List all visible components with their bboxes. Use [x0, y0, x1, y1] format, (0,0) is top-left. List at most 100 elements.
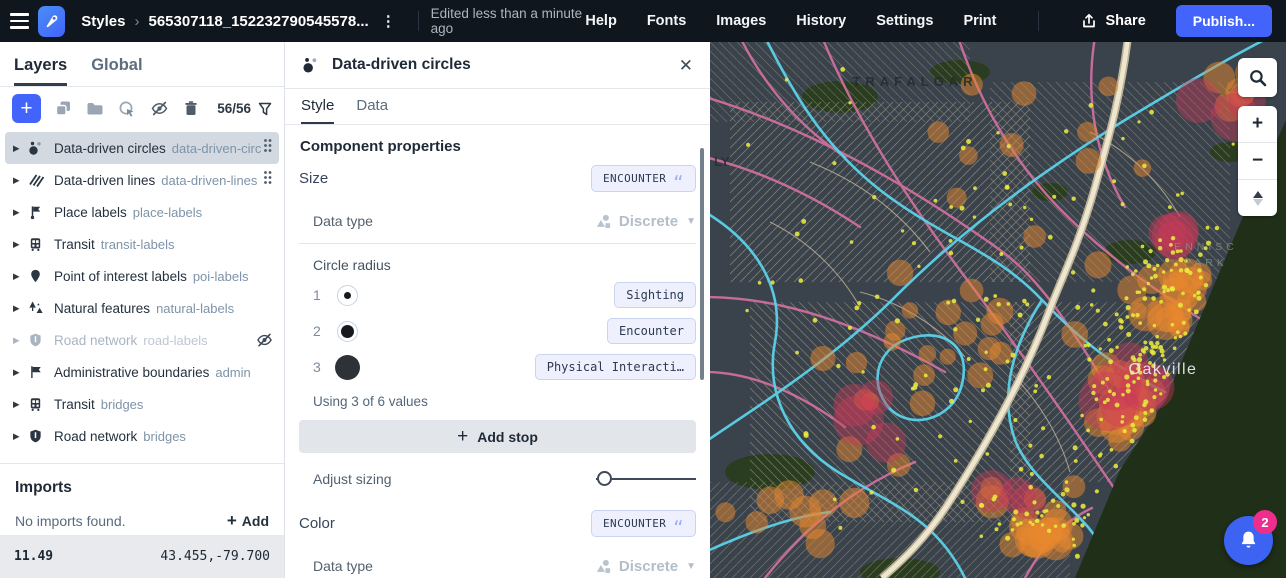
data-type-dropdown[interactable]: Discrete ▼ — [596, 213, 696, 230]
search-icon — [1248, 68, 1268, 88]
add-import-button[interactable]: + Add — [227, 511, 269, 531]
layers-toolbar: + 56/56 — [0, 87, 284, 130]
menu-item-images[interactable]: Images — [716, 13, 766, 29]
expand-caret-icon[interactable]: ▶ — [13, 175, 28, 186]
stop-value-chip[interactable]: Encounter — [607, 318, 696, 344]
menu-item-history[interactable]: History — [796, 13, 846, 29]
menu-item-print[interactable]: Print — [963, 13, 996, 29]
tab-style[interactable]: Style — [301, 97, 334, 124]
close-panel-icon[interactable]: ✕ — [679, 57, 693, 74]
imports-title: Imports — [15, 479, 269, 497]
slider-handle[interactable] — [597, 471, 612, 486]
expand-caret-icon[interactable]: ▶ — [13, 399, 28, 410]
expand-caret-icon[interactable]: ▶ — [13, 271, 28, 282]
map-rendering: TRAFALGAR LY Oakville ENNISC PARK — [710, 42, 1286, 578]
duplicate-layer-icon[interactable] — [55, 100, 72, 117]
drag-handle[interactable] — [261, 136, 274, 160]
breadcrumb-styles[interactable]: Styles — [81, 13, 125, 30]
color-value-chip[interactable]: ENCOUNTER “ — [591, 510, 696, 537]
imports-section: Imports No imports found. + Add — [0, 463, 284, 531]
breadcrumb-chevron-icon: › — [134, 13, 139, 30]
publish-button[interactable]: Publish... — [1176, 5, 1272, 37]
delete-layer-trash-icon[interactable] — [183, 100, 199, 117]
style-options-kebab-icon[interactable]: ⋮ — [381, 14, 396, 29]
expand-caret-icon[interactable]: ▶ — [13, 303, 28, 314]
pitch-bearing-toggle[interactable] — [1238, 179, 1277, 216]
layer-filter-counter[interactable]: 56/56 — [217, 101, 272, 116]
layer-id: place-labels — [133, 205, 202, 220]
layer-row-transit-bridges[interactable]: ▶ Transit bridges — [5, 388, 279, 420]
zoom-out-button[interactable]: − — [1238, 142, 1277, 179]
select-on-map-icon[interactable] — [118, 100, 136, 118]
data-type-value: Discrete — [619, 558, 678, 575]
menu-item-settings[interactable]: Settings — [876, 13, 933, 29]
group-folder-icon[interactable] — [86, 101, 104, 116]
zoom-in-button[interactable]: + — [1238, 106, 1277, 142]
layer-properties-panel: Data-driven circles ✕ Style Data Compone… — [285, 42, 710, 578]
tab-data[interactable]: Data — [356, 97, 388, 124]
stop-size-preview[interactable] — [333, 317, 361, 345]
expand-caret-icon[interactable]: ▶ — [13, 367, 28, 378]
layer-name: Road network — [54, 429, 137, 444]
add-layer-button[interactable]: + — [12, 94, 41, 123]
expand-caret-icon[interactable]: ▶ — [13, 143, 28, 154]
layer-row-poi-labels[interactable]: ▶ Point of interest labels poi-labels — [5, 260, 279, 292]
layer-count: 56/56 — [217, 101, 251, 116]
share-button[interactable]: Share — [1081, 13, 1145, 29]
adjust-sizing-slider[interactable] — [596, 471, 696, 487]
add-stop-button[interactable]: + Add stop — [299, 420, 696, 453]
expand-caret-icon[interactable]: ▶ — [13, 335, 28, 346]
notifications-bell-button[interactable]: 2 — [1224, 516, 1273, 565]
natural-features-icon — [28, 300, 46, 316]
menu-item-help[interactable]: Help — [585, 13, 616, 29]
panel-tabs: Style Data — [285, 89, 710, 125]
layer-id: bridges — [143, 429, 186, 444]
stop-size-preview[interactable] — [333, 353, 361, 381]
town-label-oakville: Oakville — [1129, 361, 1198, 378]
filter-funnel-icon — [258, 102, 272, 116]
expand-caret-icon[interactable]: ▶ — [13, 431, 28, 442]
tab-global[interactable]: Global — [91, 56, 142, 86]
expand-caret-icon[interactable]: ▶ — [13, 207, 28, 218]
notification-count-badge: 2 — [1253, 510, 1277, 534]
layer-row-data-driven-circles[interactable]: ▶ Data-driven circles data-driven-circ — [5, 132, 279, 164]
stop-value-chip[interactable]: Physical Interacti… — [535, 354, 696, 380]
layer-row-transit-labels[interactable]: ▶ Transit transit-labels — [5, 228, 279, 260]
poi-pin-icon — [28, 268, 46, 284]
imports-empty-text: No imports found. — [15, 513, 126, 529]
layer-row-road-bridges[interactable]: ▶ Road network bridges — [5, 420, 279, 452]
data-type-value: Discrete — [619, 213, 678, 230]
layer-id: data-driven-lines — [161, 173, 257, 188]
stop-value-chip[interactable]: Sighting — [614, 282, 696, 308]
hide-layer-eye-off-icon[interactable] — [150, 100, 169, 117]
layer-row-data-driven-lines[interactable]: ▶ Data-driven lines data-driven-lines — [5, 164, 279, 196]
expand-caret-icon[interactable]: ▶ — [13, 239, 28, 250]
discrete-icon — [596, 559, 611, 574]
tab-layers[interactable]: Layers — [14, 56, 67, 86]
map-canvas[interactable]: TRAFALGAR LY Oakville ENNISC PARK + − — [710, 42, 1286, 578]
mapbox-logo[interactable] — [38, 6, 65, 37]
topbar-divider — [418, 11, 419, 31]
drag-handle[interactable] — [261, 168, 274, 192]
layer-hidden-eye-off-icon[interactable] — [255, 332, 274, 348]
map-search-button[interactable] — [1238, 58, 1277, 97]
layer-row-place-labels[interactable]: ▶ Place labels place-labels — [5, 196, 279, 228]
divider — [299, 243, 696, 244]
layer-id: transit-labels — [101, 237, 175, 252]
size-value-chip[interactable]: ENCOUNTER “ — [591, 165, 696, 192]
topbar-divider — [1038, 11, 1039, 31]
data-type-dropdown[interactable]: Discrete ▼ — [596, 558, 696, 575]
lines-layer-icon — [28, 172, 46, 188]
layer-row-admin-boundaries[interactable]: ▶ Administrative boundaries admin — [5, 356, 279, 388]
menu-icon[interactable] — [0, 0, 38, 42]
data-type-label: Data type — [313, 213, 373, 229]
menu-item-fonts[interactable]: Fonts — [647, 13, 686, 29]
layer-row-natural-labels[interactable]: ▶ Natural features natural-labels — [5, 292, 279, 324]
breadcrumb-style-name[interactable]: 565307118_152232790545578... — [148, 13, 368, 30]
stop-size-preview[interactable] — [333, 281, 361, 309]
circle-radius-label: Circle radius — [313, 257, 696, 273]
panel-scrollbar[interactable] — [700, 148, 704, 380]
color-label: Color — [299, 515, 335, 532]
color-property-row: Color ENCOUNTER “ — [299, 500, 696, 546]
layer-row-road-labels[interactable]: ▶ Road network road-labels — [5, 324, 279, 356]
